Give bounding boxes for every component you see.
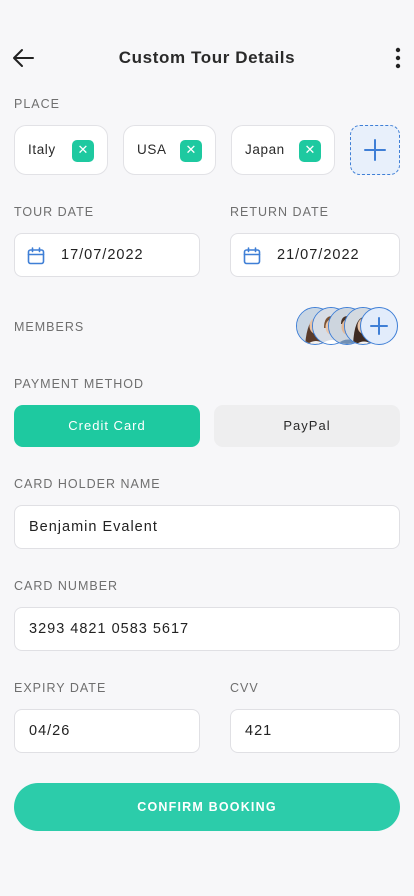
confirm-booking-button[interactable]: CONFIRM BOOKING bbox=[14, 783, 400, 831]
add-place-button[interactable] bbox=[350, 125, 400, 175]
card-number-label: CARD NUMBER bbox=[14, 579, 119, 593]
place-label: PLACE bbox=[14, 97, 60, 111]
close-icon[interactable]: ✕ bbox=[180, 140, 202, 162]
card-number-value: 3293 4821 0583 5617 bbox=[29, 621, 190, 637]
tour-date-field[interactable]: 17/07/2022 bbox=[14, 233, 200, 277]
app-header: Custom Tour Details bbox=[0, 36, 414, 80]
plus-icon bbox=[364, 139, 386, 161]
return-date-label: RETURN DATE bbox=[230, 205, 329, 219]
expiry-date-value: 04/26 bbox=[29, 723, 71, 739]
tour-date-label: TOUR DATE bbox=[14, 205, 95, 219]
paypal-option[interactable]: PayPal bbox=[214, 405, 400, 447]
place-name: USA bbox=[137, 142, 167, 157]
add-member-button[interactable] bbox=[360, 307, 398, 345]
return-date-value: 21/07/2022 bbox=[277, 247, 360, 263]
close-icon[interactable]: ✕ bbox=[72, 140, 94, 162]
place-chip-italy: Italy ✕ bbox=[14, 125, 108, 175]
credit-card-option[interactable]: Credit Card bbox=[14, 405, 200, 447]
close-icon[interactable]: ✕ bbox=[299, 140, 321, 162]
expiry-date-field[interactable]: 04/26 bbox=[14, 709, 200, 753]
tour-date-value: 17/07/2022 bbox=[61, 247, 144, 263]
expiry-date-label: EXPIRY DATE bbox=[14, 681, 107, 695]
card-holder-field[interactable]: Benjamin Evalent bbox=[14, 505, 400, 549]
members-label: MEMBERS bbox=[14, 320, 85, 334]
cvv-field[interactable]: 421 bbox=[230, 709, 400, 753]
calendar-icon bbox=[243, 247, 261, 265]
card-holder-value: Benjamin Evalent bbox=[29, 519, 158, 535]
return-date-field[interactable]: 21/07/2022 bbox=[230, 233, 400, 277]
cvv-value: 421 bbox=[245, 723, 273, 739]
card-number-field[interactable]: 3293 4821 0583 5617 bbox=[14, 607, 400, 651]
member-avatars bbox=[296, 307, 400, 347]
place-name: Italy bbox=[28, 142, 56, 157]
page-title: Custom Tour Details bbox=[118, 48, 296, 67]
payment-method-label: PAYMENT METHOD bbox=[14, 377, 144, 391]
place-name: Japan bbox=[245, 142, 285, 157]
place-chip-japan: Japan ✕ bbox=[231, 125, 335, 175]
cvv-label: CVV bbox=[230, 681, 259, 695]
plus-icon bbox=[370, 317, 388, 335]
place-chip-usa: USA ✕ bbox=[123, 125, 216, 175]
more-menu-icon[interactable] bbox=[390, 44, 406, 72]
calendar-icon bbox=[27, 247, 45, 265]
card-holder-label: CARD HOLDER NAME bbox=[14, 477, 161, 491]
